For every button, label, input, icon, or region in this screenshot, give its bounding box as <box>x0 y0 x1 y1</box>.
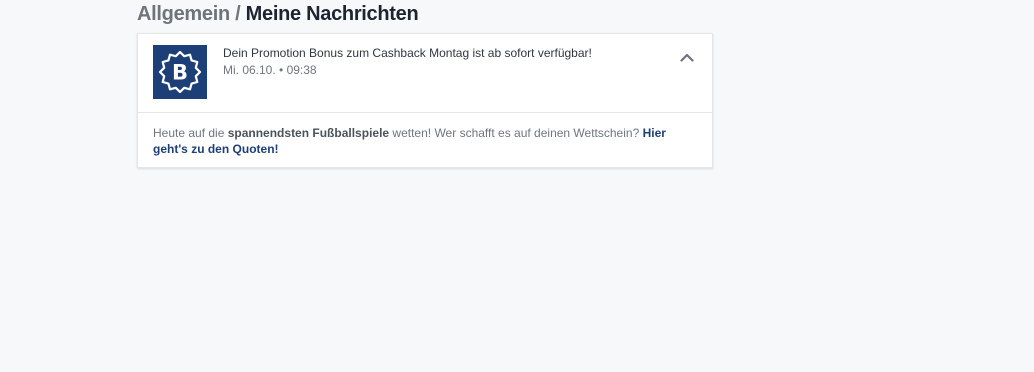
bonus-b-badge-icon: B <box>153 45 207 99</box>
messages-page: Allgemein / Meine Nachrichten B Dein Pro… <box>0 0 1034 372</box>
body-text-middle: wetten! Wer schafft es auf deinen Wettsc… <box>389 126 643 140</box>
svg-text:B: B <box>172 61 188 85</box>
message-body: Heute auf die spannendsten Fußballspiele… <box>138 113 712 157</box>
breadcrumb: Allgemein / Meine Nachrichten <box>137 2 419 26</box>
page-title: Meine Nachrichten <box>245 3 419 25</box>
message-header[interactable]: B Dein Promotion Bonus zum Cashback Mont… <box>138 34 712 113</box>
body-highlight: spannendsten Fußballspiele <box>227 126 390 140</box>
message-card: B Dein Promotion Bonus zum Cashback Mont… <box>137 33 713 168</box>
breadcrumb-separator: / <box>229 3 246 25</box>
chevron-up-icon <box>680 53 694 62</box>
body-text-start: Heute auf die <box>153 126 228 140</box>
breadcrumb-parent-link[interactable]: Allgemein <box>137 3 230 25</box>
collapse-button[interactable] <box>676 48 698 66</box>
message-title: Dein Promotion Bonus zum Cashback Montag… <box>223 46 592 60</box>
message-timestamp: Mi. 06.10. • 09:38 <box>223 63 317 77</box>
